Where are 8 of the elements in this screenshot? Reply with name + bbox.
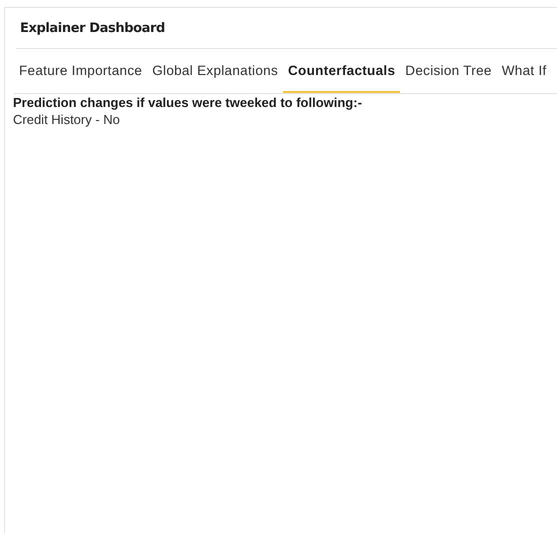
tab[interactable]: Decision Tree — [400, 49, 497, 93]
tab[interactable]: What If — [496, 49, 552, 93]
tab[interactable]: Global Explanations — [147, 49, 283, 93]
tab[interactable]: Feature Importance — [14, 49, 148, 93]
tab[interactable]: Counterfactuals — [283, 49, 400, 93]
counterfactual-line: Credit History - No — [13, 111, 121, 128]
dashboard-title: Explainer Dashboard — [19, 20, 165, 36]
counterfactual-heading: Prediction changes if values were tweeked to following:- — [13, 95, 363, 111]
